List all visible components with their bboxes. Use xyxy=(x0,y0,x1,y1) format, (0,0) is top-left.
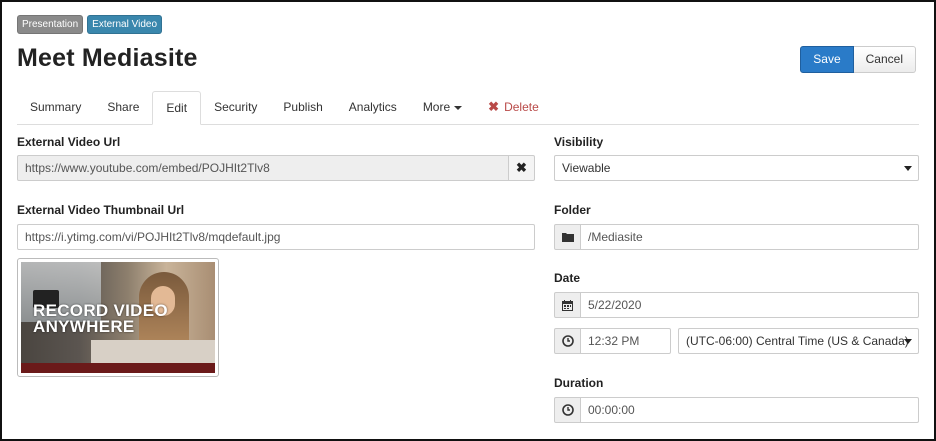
date-input[interactable]: 5/22/2020 xyxy=(580,292,919,318)
tab-analytics[interactable]: Analytics xyxy=(336,91,410,124)
duration-label: Duration xyxy=(554,376,604,390)
tab-more-label: More xyxy=(422,100,451,114)
folder-input[interactable]: /Mediasite xyxy=(580,224,919,250)
duration-input[interactable]: 00:00:00 xyxy=(580,397,919,423)
tab-publish[interactable]: Publish xyxy=(270,91,335,124)
tab-bar: Summary Share Edit Security Publish Anal… xyxy=(17,91,919,125)
thumbnail-image: RECORD VIDEO ANYWHERE xyxy=(21,262,215,373)
tab-delete-label: Delete xyxy=(504,100,539,114)
clear-url-button[interactable]: ✖ xyxy=(508,155,535,181)
action-buttons: Save Cancel xyxy=(800,46,916,73)
delete-x-icon: ✖ xyxy=(488,99,500,114)
tab-share[interactable]: Share xyxy=(94,91,152,124)
visibility-value: Viewable xyxy=(562,161,611,175)
tab-summary[interactable]: Summary xyxy=(17,91,94,124)
thumbnail-preview: RECORD VIDEO ANYWHERE xyxy=(17,258,219,377)
external-video-url-input[interactable]: https://www.youtube.com/embed/POJHIt2Tlv… xyxy=(17,155,509,181)
timezone-value: (UTC-06:00) Central Time (US & Canada) xyxy=(686,334,909,348)
tab-more[interactable]: More xyxy=(410,91,475,124)
tab-security[interactable]: Security xyxy=(201,91,270,124)
badges: Presentation External Video xyxy=(17,15,163,34)
clock-icon xyxy=(561,404,574,416)
times-icon: ✖ xyxy=(516,160,527,175)
folder-addon xyxy=(554,224,581,250)
date-addon xyxy=(554,292,581,318)
external-video-badge: External Video xyxy=(87,15,163,34)
chevron-down-icon xyxy=(904,166,912,171)
time-addon xyxy=(554,328,581,354)
presentation-badge: Presentation xyxy=(17,15,84,34)
cancel-button[interactable]: Cancel xyxy=(853,46,916,73)
thumbnail-url-label: External Video Thumbnail Url xyxy=(17,203,185,217)
thumbnail-url-input[interactable]: https://i.ytimg.com/vi/POJHIt2Tlv8/mqdef… xyxy=(17,224,535,250)
thumbnail-overlay-text: RECORD VIDEO ANYWHERE xyxy=(33,301,168,336)
folder-icon xyxy=(561,233,574,242)
folder-label: Folder xyxy=(554,203,591,217)
external-video-url-label: External Video Url xyxy=(17,135,121,149)
page-frame: Presentation External Video Meet Mediasi… xyxy=(0,0,936,441)
tab-edit[interactable]: Edit xyxy=(152,91,202,125)
visibility-label: Visibility xyxy=(554,135,604,149)
page-title: Meet Mediasite xyxy=(17,44,198,72)
duration-addon xyxy=(554,397,581,423)
save-button[interactable]: Save xyxy=(800,46,854,73)
calendar-icon xyxy=(562,299,573,311)
timezone-select[interactable]: (UTC-06:00) Central Time (US & Canada) xyxy=(678,328,919,354)
date-label: Date xyxy=(554,271,581,285)
caret-down-icon xyxy=(454,105,463,110)
time-input[interactable]: 12:32 PM xyxy=(580,328,671,354)
visibility-select[interactable]: Viewable xyxy=(554,155,919,181)
tab-delete[interactable]: ✖ Delete xyxy=(475,91,552,124)
clock-icon xyxy=(561,335,574,347)
chevron-down-icon xyxy=(904,339,912,344)
